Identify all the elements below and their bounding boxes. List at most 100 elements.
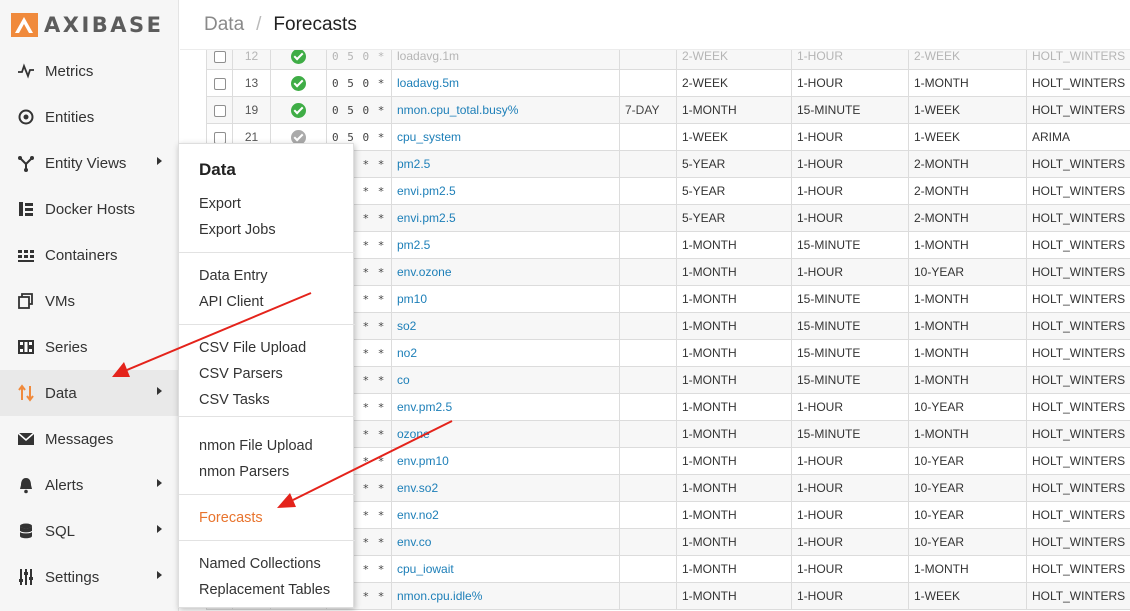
algorithm-cell: HOLT_WINTERS xyxy=(1026,393,1130,421)
period-cell: 15-MINUTE xyxy=(791,96,909,124)
metric-cell[interactable]: nmon.cpu.idle% xyxy=(391,582,620,610)
metric-cell[interactable]: no2 xyxy=(391,339,620,367)
metric-cell[interactable]: env.pm2.5 xyxy=(391,393,620,421)
algorithm-cell: HOLT_WINTERS xyxy=(1026,150,1130,178)
metric-cell[interactable]: cpu_system xyxy=(391,123,620,151)
horizon-cell: 10-YEAR xyxy=(908,474,1027,502)
vms-icon xyxy=(17,292,35,310)
horizon-cell: 2-MONTH xyxy=(908,204,1027,232)
metric-cell[interactable]: loadavg.5m xyxy=(391,69,620,97)
filter-cell xyxy=(619,177,677,205)
metric-cell[interactable]: env.so2 xyxy=(391,474,620,502)
table-row[interactable]: 13 0 5 0 * * *loadavg.5m 2-WEEK1-HOUR1-MON… xyxy=(206,69,1130,97)
sidebar-item-metrics[interactable]: Metrics xyxy=(0,48,179,94)
sidebar-item-settings[interactable]: Settings xyxy=(0,554,179,600)
sidebar-item-label: Data xyxy=(45,384,77,402)
sidebar-item-docker-hosts[interactable]: Docker Hosts xyxy=(0,186,179,232)
retention-cell: 1-MONTH xyxy=(676,474,792,502)
metric-cell[interactable]: env.ozone xyxy=(391,258,620,286)
algorithm-cell: HOLT_WINTERS xyxy=(1026,50,1130,70)
submenu-item-csv-file-upload[interactable]: CSV File Upload xyxy=(199,340,306,356)
table-row[interactable]: 190 5 0 * * *nmon.cpu_total.busy%7-DAY1-… xyxy=(206,96,1130,124)
filter-cell xyxy=(619,447,677,475)
horizon-cell: 2-MONTH xyxy=(908,177,1027,205)
horizon-cell: 10-YEAR xyxy=(908,447,1027,475)
filter-cell xyxy=(619,285,677,313)
sidebar-item-messages[interactable]: Messages xyxy=(0,416,179,462)
retention-cell: 1-MONTH xyxy=(676,339,792,367)
metric-cell[interactable]: pm2.5 xyxy=(391,231,620,259)
period-cell: 15-MINUTE xyxy=(791,420,909,448)
algorithm-cell: HOLT_WINTERS xyxy=(1026,312,1130,340)
metric-cell[interactable]: env.pm10 xyxy=(391,447,620,475)
submenu-item-export[interactable]: Export xyxy=(199,196,241,212)
breadcrumb-parent[interactable]: Data xyxy=(204,14,244,36)
sidebar-item-sql[interactable]: SQL xyxy=(0,508,179,554)
row-checkbox[interactable] xyxy=(213,77,226,90)
horizon-cell: 10-YEAR xyxy=(908,501,1027,529)
metric-cell[interactable]: envi.pm2.5 xyxy=(391,177,620,205)
sidebar-item-label: Metrics xyxy=(45,62,94,80)
sidebar-item-vms[interactable]: VMs xyxy=(0,278,179,324)
submenu-item-csv-parsers[interactable]: CSV Parsers xyxy=(199,366,283,382)
filter-cell: 7-DAY xyxy=(619,96,677,124)
submenu-item-forecasts[interactable]: Forecasts xyxy=(199,510,263,526)
horizon-cell: 1-MONTH xyxy=(908,555,1027,583)
horizon-cell: 1-MONTH xyxy=(908,312,1027,340)
sidebar-item-entities[interactable]: Entities xyxy=(0,94,179,140)
period-cell: 15-MINUTE xyxy=(791,339,909,367)
row-checkbox[interactable] xyxy=(213,104,226,117)
submenu-item-csv-tasks[interactable]: CSV Tasks xyxy=(199,392,270,408)
metric-cell[interactable]: env.no2 xyxy=(391,501,620,529)
metric-cell[interactable]: nmon.cpu_total.busy% xyxy=(391,96,620,124)
metric-cell[interactable]: loadavg.1m xyxy=(391,50,620,70)
submenu-item-api-client[interactable]: API Client xyxy=(199,294,263,310)
horizon-cell: 10-YEAR xyxy=(908,258,1027,286)
filter-cell xyxy=(619,231,677,259)
horizon-cell: 2-WEEK xyxy=(908,50,1027,70)
metric-cell[interactable]: so2 xyxy=(391,312,620,340)
submenu-item-replacement-tables[interactable]: Replacement Tables xyxy=(199,582,330,598)
filter-cell xyxy=(619,339,677,367)
horizon-cell: 1-MONTH xyxy=(908,366,1027,394)
period-cell: 1-HOUR xyxy=(791,474,909,502)
id-cell: 13 xyxy=(232,69,271,97)
sidebar-item-entity-views[interactable]: Entity Views xyxy=(0,140,179,186)
submenu-title: Data xyxy=(199,160,236,179)
table-row[interactable]: 12 0 5 0 * * *loadavg.1m 2-WEEK1-HOUR2-WEE… xyxy=(206,50,1130,70)
submenu-item-named-collections[interactable]: Named Collections xyxy=(199,556,321,572)
metric-cell[interactable]: cpu_iowait xyxy=(391,555,620,583)
sidebar-item-series[interactable]: Series xyxy=(0,324,179,370)
submenu-item-export-jobs[interactable]: Export Jobs xyxy=(199,222,276,238)
retention-cell: 1-MONTH xyxy=(676,501,792,529)
algorithm-cell: HOLT_WINTERS xyxy=(1026,474,1130,502)
submenu-divider xyxy=(179,252,355,253)
algorithm-cell: HOLT_WINTERS xyxy=(1026,69,1130,97)
submenu-item-data-entry[interactable]: Data Entry xyxy=(199,268,268,284)
filter-cell xyxy=(619,150,677,178)
metric-cell[interactable]: envi.pm2.5 xyxy=(391,204,620,232)
sidebar-item-data[interactable]: Data xyxy=(0,370,179,416)
retention-cell: 1-MONTH xyxy=(676,555,792,583)
metric-cell[interactable]: co xyxy=(391,366,620,394)
sidebar-item-containers[interactable]: Containers xyxy=(0,232,179,278)
metric-cell[interactable]: env.co xyxy=(391,528,620,556)
app-window: AXIBASE Metrics Entities Entity Views Docke… xyxy=(0,0,1130,611)
metric-cell[interactable]: pm2.5 xyxy=(391,150,620,178)
submenu-item-nmon-parsers[interactable]: nmon Parsers xyxy=(199,464,289,480)
sidebar-item-label: SQL xyxy=(45,522,76,540)
sidebar-item-alerts[interactable]: Alerts xyxy=(0,462,179,508)
row-checkbox[interactable] xyxy=(213,50,226,63)
axibase-logo-icon xyxy=(11,13,38,37)
containers-icon xyxy=(17,246,35,264)
brand[interactable]: AXIBASE xyxy=(0,0,178,50)
metric-cell[interactable]: pm10 xyxy=(391,285,620,313)
period-cell: 1-HOUR xyxy=(791,528,909,556)
retention-cell: 1-MONTH xyxy=(676,447,792,475)
sidebar-item-label: Entity Views xyxy=(45,154,127,172)
metrics-icon xyxy=(17,62,35,80)
filter-cell xyxy=(619,312,677,340)
submenu-item-nmon-file-upload[interactable]: nmon File Upload xyxy=(199,438,313,454)
retention-cell: 1-MONTH xyxy=(676,96,792,124)
metric-cell[interactable]: ozone xyxy=(391,420,620,448)
